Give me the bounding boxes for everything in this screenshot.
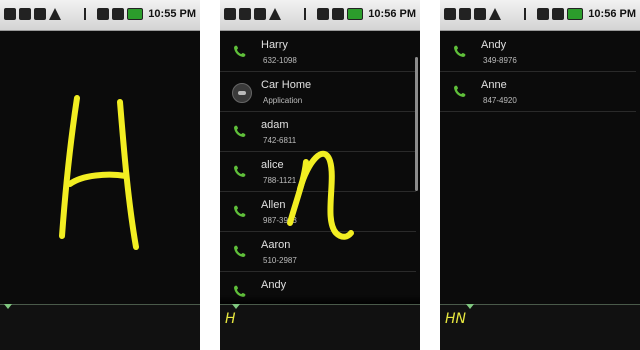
lock-icon [239, 8, 251, 20]
contact-name: Allen [261, 199, 286, 211]
bluetooth-icon [84, 8, 94, 20]
phone-screen-1: 10:55 PM [0, 0, 200, 350]
network-icon [537, 8, 550, 20]
contact-name: Andy [261, 279, 287, 291]
phone-icon [454, 85, 466, 97]
contact-results-list[interactable]: Andy 349-8976 Anne 847-4920 [440, 31, 640, 304]
list-item[interactable]: Andy 349-8976 [440, 31, 636, 72]
usb-icon [474, 8, 486, 20]
contact-name: Car Home [261, 79, 312, 91]
usb-icon [34, 8, 46, 20]
battery-icon [127, 8, 144, 20]
phone-screen-2: 10:56 PM Harry 632-1098 Car Home Applica… [220, 0, 420, 350]
phone-screen-3: 10:56 PM Andy 349-8976 Anne 847-4920 HN [440, 0, 640, 350]
warning-icon [489, 8, 501, 20]
expand-arrow-icon[interactable] [232, 304, 240, 309]
list-item[interactable]: Harry 632-1098 [220, 31, 416, 72]
phone-icon [234, 45, 246, 57]
contact-name: Harry [261, 39, 288, 51]
lock-icon [459, 8, 471, 20]
contact-detail: 632-1098 [263, 56, 297, 65]
scrollbar[interactable] [415, 57, 418, 191]
status-bar: 10:55 PM [0, 0, 200, 31]
list-item[interactable]: Anne 847-4920 [440, 71, 636, 112]
bluetooth-icon [524, 8, 534, 20]
phone-icon [454, 45, 466, 57]
phone-icon [234, 205, 246, 217]
contact-results-list[interactable]: Harry 632-1098 Car Home Application adam… [220, 31, 420, 305]
battery-icon [567, 8, 584, 20]
list-item[interactable]: Allen 987-3923 [220, 191, 416, 232]
typed-gesture-text: HN [445, 311, 466, 327]
voicemail-icon [4, 8, 16, 20]
network-icon [317, 8, 330, 20]
contact-detail: Application [263, 96, 303, 105]
gesture-input-bar[interactable] [0, 304, 200, 350]
usb-icon [254, 8, 266, 20]
network-icon [97, 8, 110, 20]
warning-icon [269, 8, 281, 20]
contact-detail: 847-4920 [483, 96, 517, 105]
lock-icon [19, 8, 31, 20]
list-item[interactable]: Car Home Application [220, 71, 416, 112]
contact-detail: 788-1121 [263, 176, 297, 185]
phone-icon [234, 165, 246, 177]
status-bar: 10:56 PM [220, 0, 420, 31]
gesture-canvas[interactable] [0, 31, 200, 304]
contact-detail: 349-8976 [483, 56, 517, 65]
list-item[interactable]: Aaron 510-2987 [220, 231, 416, 272]
gesture-input-bar[interactable]: HN [440, 304, 640, 350]
status-time: 10:56 PM [368, 8, 416, 20]
car-home-icon [232, 83, 252, 103]
list-item[interactable]: alice 788-1121 [220, 151, 416, 192]
signal-icon [332, 8, 345, 20]
voicemail-icon [444, 8, 456, 20]
contact-name: alice [261, 159, 284, 171]
contact-detail: 742-6811 [263, 136, 297, 145]
list-item[interactable]: adam 742-6811 [220, 111, 416, 152]
typed-gesture-text: H [225, 311, 236, 327]
expand-arrow-icon[interactable] [4, 304, 12, 309]
bluetooth-icon [304, 8, 314, 20]
status-time: 10:55 PM [148, 8, 196, 20]
contact-name: Anne [481, 79, 507, 91]
battery-icon [347, 8, 364, 20]
warning-icon [49, 8, 61, 20]
contact-detail: 987-3923 [263, 216, 297, 225]
phone-icon [234, 245, 246, 257]
voicemail-icon [224, 8, 236, 20]
gesture-stroke-H [59, 95, 139, 250]
contact-detail: 510-2987 [263, 256, 297, 265]
status-time: 10:56 PM [588, 8, 636, 20]
signal-icon [552, 8, 565, 20]
contact-name: Andy [481, 39, 507, 51]
expand-arrow-icon[interactable] [466, 304, 474, 309]
signal-icon [112, 8, 125, 20]
phone-icon [234, 125, 246, 137]
status-bar: 10:56 PM [440, 0, 640, 31]
gesture-input-bar[interactable]: H [220, 304, 420, 350]
contact-name: adam [261, 119, 289, 131]
contact-name: Aaron [261, 239, 291, 251]
